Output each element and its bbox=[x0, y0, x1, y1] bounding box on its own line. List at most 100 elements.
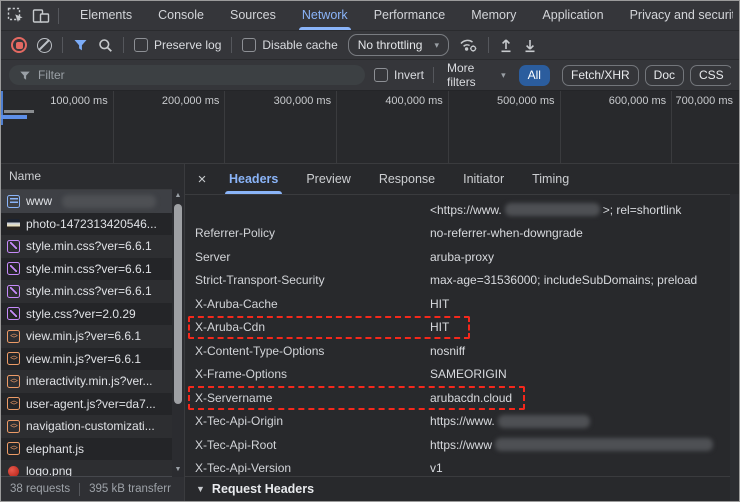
tab-performance[interactable]: Performance bbox=[361, 1, 459, 30]
checkbox-icon bbox=[374, 68, 388, 82]
request-row-navigation-customizati[interactable]: <> navigation-customizati... bbox=[1, 415, 184, 438]
scroll-down-icon[interactable]: ▼ bbox=[172, 464, 184, 476]
filter-funnel-icon bbox=[20, 71, 30, 80]
detail-tab-headers[interactable]: Headers bbox=[215, 164, 292, 194]
detail-tab-response[interactable]: Response bbox=[365, 164, 449, 194]
header-row-x-tec-api-origin[interactable]: X-Tec-Api-Origin https://www. bbox=[185, 410, 739, 434]
request-row-photo-1472313420546[interactable]: photo-1472313420546... bbox=[1, 212, 184, 235]
detail-scrollbar-track[interactable] bbox=[730, 194, 739, 501]
filter-funnel-icon[interactable] bbox=[73, 38, 88, 52]
header-value-text: arubacdn.cloud bbox=[430, 390, 513, 405]
clear-network-log-icon[interactable] bbox=[37, 37, 52, 53]
filter-input[interactable]: Filter bbox=[9, 65, 365, 85]
more-filters-button[interactable]: More filters ▾ bbox=[443, 61, 510, 89]
tab-sources[interactable]: Sources bbox=[217, 1, 289, 30]
scroll-up-icon[interactable]: ▲ bbox=[172, 190, 184, 202]
network-conditions-icon[interactable] bbox=[459, 37, 478, 53]
preserve-log-checkbox[interactable]: Preserve log bbox=[134, 38, 221, 52]
request-row-style-min-css-ver-6-6-1[interactable]: style.min.css?ver=6.6.1 bbox=[1, 235, 184, 258]
network-overview-timeline[interactable]: 100,000 ms 200,000 ms 300,000 ms 400,000 ms… bbox=[1, 91, 739, 164]
request-row-elephant-js[interactable]: <> elephant.js bbox=[1, 437, 184, 460]
disclosure-triangle-icon[interactable]: ▼ bbox=[196, 484, 205, 494]
scrollbar-thumb[interactable] bbox=[174, 204, 182, 404]
request-name: photo-1472313420546... bbox=[26, 216, 157, 231]
request-row-interactivity-min-js-ver[interactable]: <> interactivity.min.js?ver... bbox=[1, 370, 184, 393]
redacted-text bbox=[504, 203, 600, 217]
tab-console[interactable]: Console bbox=[145, 1, 217, 30]
request-row-user-agent-js-ver-da7[interactable]: <> user-agent.js?ver=da7... bbox=[1, 392, 184, 415]
disable-cache-label: Disable cache bbox=[262, 38, 338, 52]
detail-tab-initiator[interactable]: Initiator bbox=[449, 164, 518, 194]
filter-placeholder: Filter bbox=[38, 68, 65, 82]
header-row-referrer-policy[interactable]: Referrer-Policy no-referrer-when-downgrad… bbox=[185, 222, 739, 246]
request-name: view.min.js?ver=6.6.1 bbox=[26, 351, 142, 366]
header-value-text: <https://www. bbox=[430, 202, 502, 217]
invert-checkbox[interactable]: Invert bbox=[374, 68, 424, 82]
request-row-style-min-css-ver-6-6-1[interactable]: style.min.css?ver=6.6.1 bbox=[1, 257, 184, 280]
header-row-x-frame-options[interactable]: X-Frame-Options SAMEORIGIN bbox=[185, 363, 739, 387]
header-row-x-servername[interactable]: X-Servername arubacdn.cloud bbox=[185, 386, 739, 410]
header-row-x-tec-api-root[interactable]: X-Tec-Api-Root https://www bbox=[185, 433, 739, 457]
request-headers-section[interactable]: ▼ Request Headers bbox=[185, 476, 739, 501]
header-value: https://www bbox=[430, 438, 716, 452]
tab-application[interactable]: Application bbox=[529, 1, 616, 30]
request-row-view-min-js-ver-6-6-1[interactable]: <> view.min.js?ver=6.6.1 bbox=[1, 325, 184, 348]
tab-memory[interactable]: Memory bbox=[458, 1, 529, 30]
request-row-style-min-css-ver-6-6-1[interactable]: style.min.css?ver=6.6.1 bbox=[1, 280, 184, 303]
header-value: <https://www. >; rel=shortlink bbox=[430, 203, 681, 217]
timeline-tick: 300,000 ms bbox=[273, 95, 332, 107]
header-row-x-aruba-cdn[interactable]: X-Aruba-Cdn HIT bbox=[185, 315, 739, 339]
redacted-text bbox=[495, 438, 714, 452]
request-row-www[interactable]: www bbox=[1, 190, 184, 213]
header-value-text: >; rel=shortlink bbox=[602, 202, 682, 217]
header-row-x-aruba-cache[interactable]: X-Aruba-Cache HIT bbox=[185, 292, 739, 316]
tab-elements[interactable]: Elements bbox=[67, 1, 145, 30]
close-icon[interactable]: × bbox=[189, 171, 215, 188]
tab-network[interactable]: Network bbox=[289, 1, 361, 30]
checkbox-icon bbox=[242, 38, 257, 52]
requests-table: Name www photo-1472313420546... style.min.… bbox=[1, 164, 185, 501]
tab-privacy-and-security[interactable]: Privacy and security bbox=[617, 1, 733, 30]
import-har-icon[interactable] bbox=[499, 38, 513, 53]
header-row-server[interactable]: Server aruba-proxy bbox=[185, 245, 739, 269]
request-name: interactivity.min.js?ver... bbox=[26, 374, 153, 389]
header-row-strict-transport-security[interactable]: Strict-Transport-Security max-age=3153600… bbox=[185, 269, 739, 293]
overview-request-bar bbox=[1, 115, 27, 119]
search-icon[interactable] bbox=[98, 38, 113, 53]
request-row-logo-png[interactable]: logo.png bbox=[1, 460, 184, 476]
filter-chip-fetch-xhr[interactable]: Fetch/XHR bbox=[561, 64, 639, 86]
filter-chip-css[interactable]: CSS bbox=[690, 64, 731, 86]
divider bbox=[123, 37, 124, 53]
header-row-x-content-type-options[interactable]: X-Content-Type-Options nosniff bbox=[185, 339, 739, 363]
script-icon: <> bbox=[7, 374, 20, 388]
request-row-style-css-ver-2-0-29[interactable]: style.css?ver=2.0.29 bbox=[1, 302, 184, 325]
script-icon: <> bbox=[7, 352, 20, 366]
detail-tab-timing[interactable]: Timing bbox=[518, 164, 583, 194]
header-value: https://www. bbox=[430, 414, 593, 428]
request-row-view-min-js-ver-6-6-1[interactable]: <> view.min.js?ver=6.6.1 bbox=[1, 347, 184, 370]
filter-chip-all[interactable]: All bbox=[518, 64, 550, 86]
divider bbox=[231, 37, 233, 53]
device-toolbar-icon[interactable] bbox=[32, 8, 50, 24]
name-column-header[interactable]: Name bbox=[1, 164, 184, 190]
stylesheet-icon bbox=[7, 262, 20, 276]
request-name: style.min.css?ver=6.6.1 bbox=[26, 239, 152, 254]
header-value-text: https://www bbox=[430, 437, 493, 452]
inspect-element-icon[interactable] bbox=[7, 7, 24, 24]
script-icon: <> bbox=[7, 442, 20, 456]
header-row-x-tec-api-version[interactable]: X-Tec-Api-Version v1 bbox=[185, 457, 739, 477]
export-har-icon[interactable] bbox=[523, 38, 537, 53]
header-row[interactable]: <https://www. >; rel=shortlink bbox=[185, 198, 739, 222]
divider bbox=[62, 37, 63, 53]
detail-tab-preview[interactable]: Preview bbox=[292, 164, 364, 194]
divider bbox=[487, 37, 489, 53]
record-network-log-icon[interactable] bbox=[11, 37, 27, 53]
header-value: no-referrer-when-downgrade bbox=[430, 226, 583, 240]
sidebar-scrollbar[interactable]: ▲ ▼ bbox=[172, 189, 184, 477]
filter-chip-doc[interactable]: Doc bbox=[644, 64, 685, 86]
throttling-select[interactable]: No throttling ▾ bbox=[347, 34, 449, 56]
disable-cache-checkbox[interactable]: Disable cache bbox=[242, 38, 338, 52]
header-value-text: v1 bbox=[430, 461, 443, 476]
image-icon bbox=[7, 218, 20, 230]
request-type-chips: AllFetch/XHRDocCSSJS bbox=[518, 64, 731, 86]
